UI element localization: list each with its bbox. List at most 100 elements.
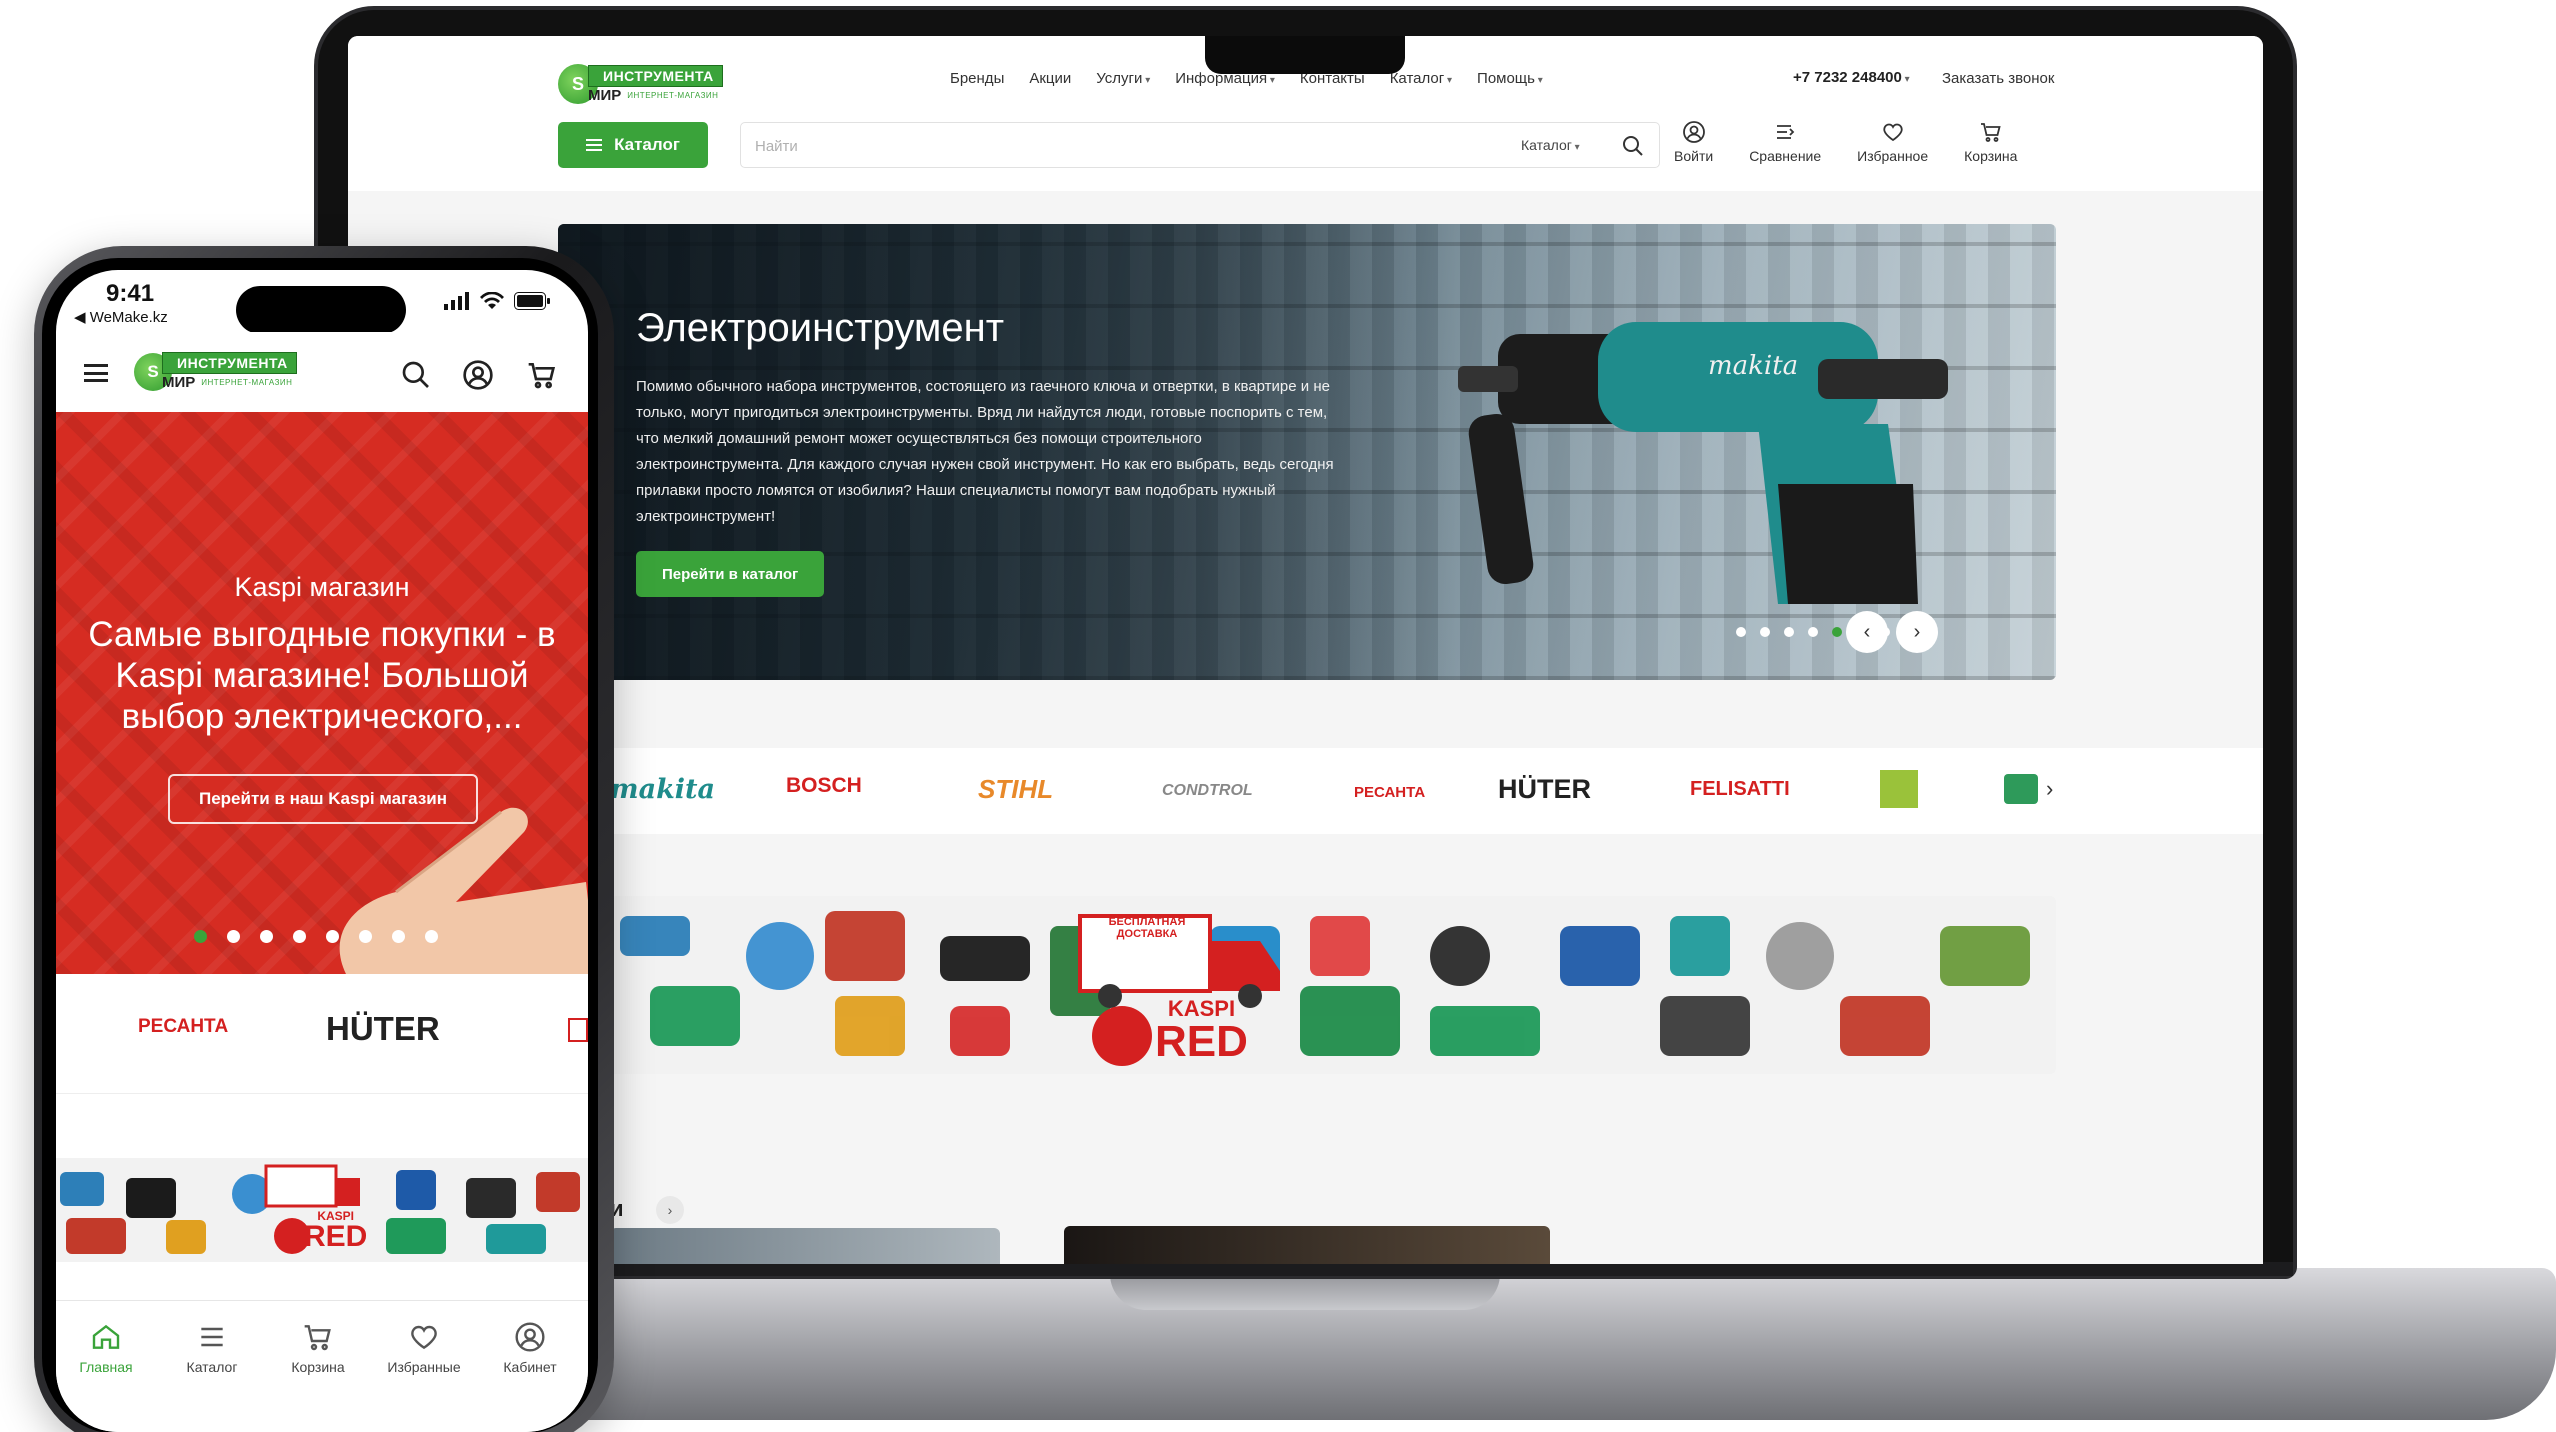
tab-favorites[interactable]: Избранные <box>374 1321 474 1375</box>
kaspi-red-logo: KASPI RED <box>1155 996 1248 1064</box>
hero-dot-3[interactable] <box>1784 627 1794 637</box>
tab-account[interactable]: Кабинет <box>480 1321 580 1375</box>
mobile-hero-subtitle: Kaspi магазин <box>234 572 410 602</box>
mobile-brands-carousel: РЕСАНТА HÜTER <box>56 974 588 1094</box>
chevron-right-icon: › <box>1913 620 1921 643</box>
logo-mir: МИР <box>162 374 196 391</box>
hero-text: Помимо обычного набора инструментов, сос… <box>636 378 1334 525</box>
tab-home[interactable]: Главная <box>56 1321 156 1375</box>
tab-home-label: Главная <box>79 1359 133 1375</box>
kaspi-red-logo: KASPI RED <box>304 1210 367 1252</box>
nav-catalog[interactable]: Каталог <box>1390 70 1452 87</box>
brands-next-arrow[interactable]: › <box>2046 776 2053 802</box>
mobile-header: S ИНСТРУМЕНТА МИР ИНТЕРНЕТ-МАГАЗИН <box>56 332 588 412</box>
tab-catalog-label: Каталог <box>186 1359 238 1375</box>
hero-dot-4[interactable] <box>1808 627 1818 637</box>
tab-catalog[interactable]: Каталог <box>162 1321 262 1375</box>
brand-stihl[interactable]: STIHL <box>978 774 1053 805</box>
brand-makita[interactable]: makita <box>610 774 715 805</box>
cart-icon[interactable] <box>526 359 558 391</box>
drill-brand-text: makita <box>1708 351 1798 381</box>
nav-services[interactable]: Услуги <box>1096 70 1150 87</box>
nav-help[interactable]: Помощь <box>1477 70 1543 87</box>
nav-brands[interactable]: Бренды <box>950 70 1004 87</box>
wifi-icon <box>480 292 504 309</box>
search-input[interactable] <box>755 133 1455 159</box>
favorites-button[interactable]: Избранное <box>1857 120 1928 164</box>
mobile-hero-title: Самые выгодные покупки - в Kaspi магазин… <box>88 615 556 736</box>
brand-huter[interactable]: HÜTER <box>326 1010 440 1048</box>
mobile-hero-pagination <box>194 930 438 943</box>
brand-green-logo-icon[interactable] <box>1880 770 1918 808</box>
compare-button[interactable]: Сравнение <box>1749 120 1821 164</box>
tools-collage-image <box>620 911 2030 1066</box>
brands-carousel: makita BOSCH STIHL CONDTROL РЕСАНТА HÜTE… <box>348 748 2263 834</box>
site-logo[interactable]: S ИНСТРУМЕНТА МИР ИНТЕРНЕТ-МАГАЗИН <box>558 64 723 104</box>
mobile-hero-dot-1[interactable] <box>194 930 207 943</box>
heart-icon <box>1883 123 1903 142</box>
free-delivery-text: БЕСПЛАТНАЯ ДОСТАВКА <box>1108 916 1186 940</box>
catalog-button[interactable]: Каталог <box>558 122 708 168</box>
search-icon[interactable] <box>1621 134 1645 158</box>
brand-condtrol[interactable]: CONDTROL <box>1162 782 1253 800</box>
mobile-hero-dot-6[interactable] <box>359 930 372 943</box>
mobile-hero-dot-5[interactable] <box>326 930 339 943</box>
category-card[interactable] <box>610 1228 1000 1264</box>
status-icons <box>444 292 550 310</box>
tab-account-label: Кабинет <box>503 1359 557 1375</box>
brand-felisatti[interactable]: FELISATTI <box>1690 778 1790 801</box>
search-icon[interactable] <box>400 359 432 391</box>
logo-subtitle: ИНТЕРНЕТ-МАГАЗИН <box>627 90 719 100</box>
hero-catalog-button[interactable]: Перейти в каталог <box>636 551 825 597</box>
mobile-hero-dot-7[interactable] <box>392 930 405 943</box>
nav-promos[interactable]: Акции <box>1029 70 1071 87</box>
phone-number[interactable]: +7 7232 248400 <box>1793 69 1910 86</box>
brand-bosch[interactable]: BOSCH <box>786 774 862 798</box>
catalog-button-label: Каталог <box>614 135 680 154</box>
hammer-drill-image: makita <box>1458 322 1948 604</box>
mobile-promo-banner[interactable]: KASPI RED <box>56 1158 588 1262</box>
status-time: 9:41 <box>106 280 155 307</box>
back-to-app[interactable]: ◀ WeMake.kz <box>74 308 168 326</box>
mobile-hero-dot-4[interactable] <box>293 930 306 943</box>
hero-prev-arrow[interactable]: ‹ <box>1846 611 1888 653</box>
heart-icon <box>411 1325 437 1350</box>
brand-huter[interactable]: HÜTER <box>1498 774 1591 805</box>
brand-resanta[interactable]: РЕСАНТА <box>1354 784 1425 801</box>
logo-title: ИНСТРУМЕНТА <box>588 64 723 87</box>
brand-partial-logo-icon[interactable] <box>568 1018 588 1042</box>
hero-dot-2[interactable] <box>1760 627 1770 637</box>
logo-subtitle: ИНТЕРНЕТ-МАГАЗИН <box>201 378 293 387</box>
tab-cart[interactable]: Корзина <box>268 1321 368 1375</box>
cart-label: Корзина <box>1964 148 2018 164</box>
search-box: Каталог <box>740 122 1660 168</box>
laptop-camera-notch <box>1205 36 1405 74</box>
hero-dot-1[interactable] <box>1736 627 1746 637</box>
menu-icon[interactable] <box>84 364 108 382</box>
favorites-label: Избранное <box>1857 148 1929 164</box>
brand-partial-logo-icon[interactable] <box>2004 774 2038 804</box>
mobile-hero-dot-2[interactable] <box>227 930 240 943</box>
mobile-logo[interactable]: S ИНСТРУМЕНТА МИР ИНТЕРНЕТ-МАГАЗИН <box>134 352 297 391</box>
search-scope-select[interactable]: Каталог <box>1521 137 1580 153</box>
promo-banner[interactable]: БЕСПЛАТНАЯ ДОСТАВКА KASPI RED <box>610 896 2056 1074</box>
mobile-hero-dot-8[interactable] <box>425 930 438 943</box>
laptop-bottom-bezel <box>318 1262 2293 1276</box>
logo-mir: МИР <box>588 86 622 104</box>
chevron-left-icon: ‹ <box>1863 620 1871 643</box>
hero-next-arrow[interactable]: › <box>1896 611 1938 653</box>
hero-title: Электроинструмент <box>636 306 1005 350</box>
callback-link[interactable]: Заказать звонок <box>1942 70 2054 87</box>
brand-resanta[interactable]: РЕСАНТА <box>138 1016 228 1038</box>
mobile-hero-dot-3[interactable] <box>260 930 273 943</box>
dynamic-island <box>236 286 406 334</box>
user-icon[interactable] <box>462 359 494 391</box>
battery-icon <box>514 292 550 310</box>
section-next-arrow[interactable]: › <box>656 1196 684 1224</box>
home-icon <box>92 1324 120 1349</box>
pointing-hand-image <box>339 807 588 974</box>
category-card[interactable] <box>1064 1226 1550 1264</box>
cart-button[interactable]: Корзина <box>1964 120 2017 164</box>
login-button[interactable]: Войти <box>1674 120 1713 164</box>
hero-dot-5[interactable] <box>1832 627 1842 637</box>
